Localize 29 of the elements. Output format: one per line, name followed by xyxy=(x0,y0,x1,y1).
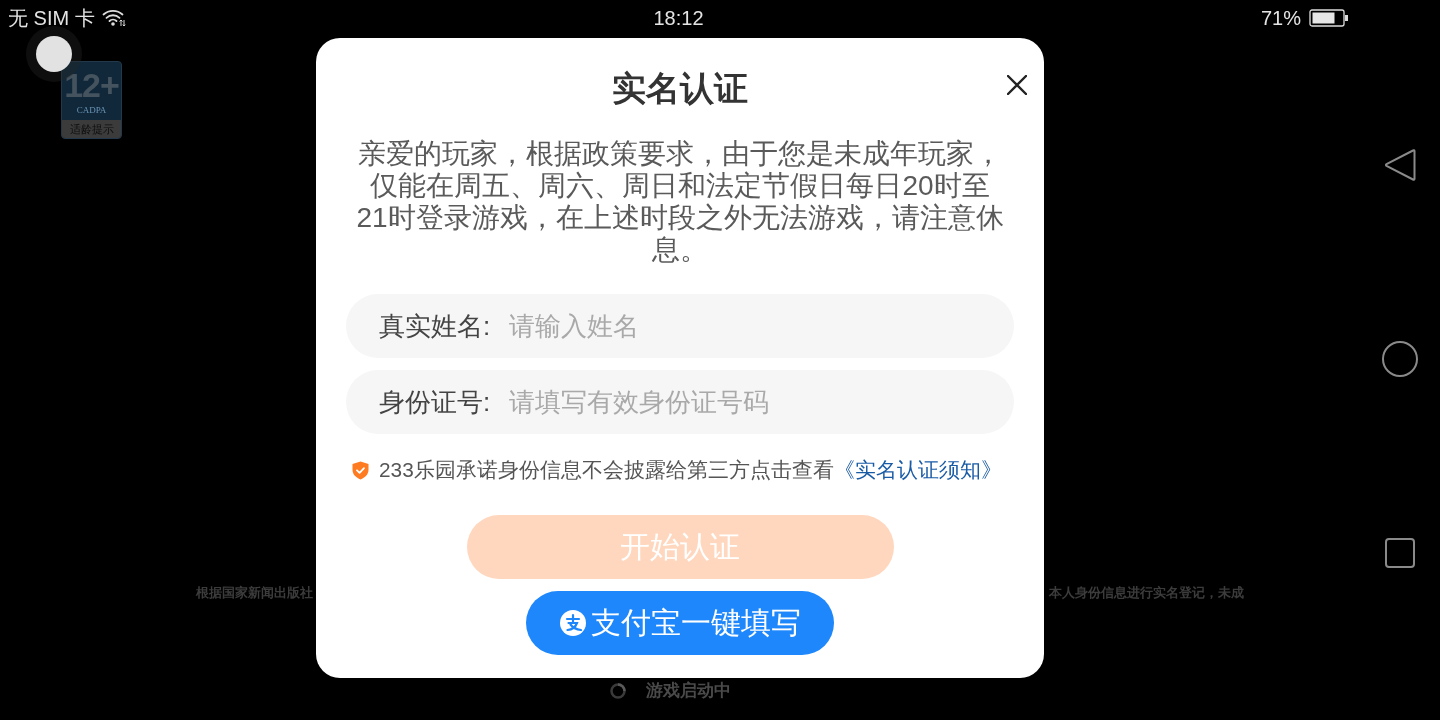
form-field[interactable]: 身份证号: 请填写有效身份证号码 xyxy=(346,370,1014,434)
floating-button[interactable] xyxy=(36,36,72,72)
input-field[interactable]: 请输入姓名 xyxy=(509,306,984,346)
clock: 18:12 xyxy=(653,6,704,30)
input-field[interactable]: 请填写有效身份证号码 xyxy=(509,382,984,422)
close-icon xyxy=(1007,75,1027,95)
notice-text: 本人身份信息进行实名登记，未成 xyxy=(1049,585,1244,600)
carrier-label: 无 SIM 卡 xyxy=(8,6,95,30)
wifi-icon xyxy=(101,9,126,27)
form-field[interactable]: 真实姓名: 请输入姓名 xyxy=(346,294,1014,358)
quick-fill-button[interactable]: 支付宝一键填写 xyxy=(526,591,834,655)
back-icon[interactable] xyxy=(1384,148,1416,182)
terms-link[interactable]: 《实名认证须知》 xyxy=(833,458,1002,481)
field-label: 真实姓名: xyxy=(379,311,491,341)
field-label: 身份证号: xyxy=(379,387,491,417)
circle-logo-icon xyxy=(559,610,586,636)
close-button[interactable] xyxy=(1006,74,1028,96)
notice-text: 根据国家新闻出版社 xyxy=(196,585,313,600)
shield-check-icon xyxy=(352,460,369,480)
dialog-message: 亲爱的玩家，根据政策要求，由于您是未成年玩家，仅能在周五、周六、周日和法定节假日每日20时至21时登录游戏，在上述时段之外无法游戏，请注意休息。 xyxy=(355,138,1005,266)
home-icon[interactable] xyxy=(1382,341,1418,377)
loading-text: 游戏启动中 xyxy=(645,681,731,701)
spinner-icon xyxy=(609,683,626,699)
dialog-title: 实名认证 xyxy=(612,68,748,109)
recents-icon[interactable] xyxy=(1385,538,1415,568)
privacy-note: 233乐园承诺身份信息不会披露给第三方点击查看《实名认证须知》 xyxy=(379,458,1002,482)
battery-percent: 71% xyxy=(1260,6,1301,30)
battery-icon xyxy=(1309,9,1349,27)
rating-org: CADPA xyxy=(76,104,107,116)
